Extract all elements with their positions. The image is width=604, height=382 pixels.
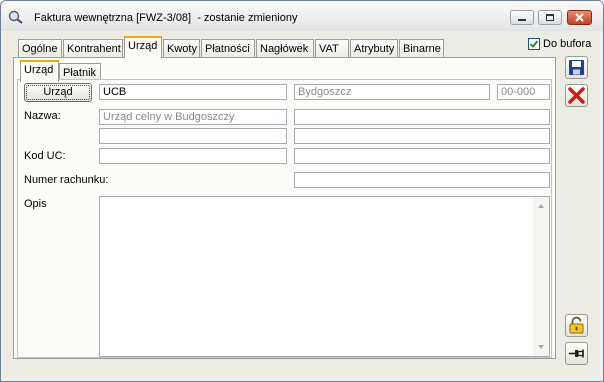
name-right2-field[interactable] xyxy=(294,128,550,144)
subtab-label: Urząd xyxy=(24,64,54,76)
tab-label: Urząd xyxy=(128,40,158,52)
tab-label: Nagłówek xyxy=(260,43,309,55)
numer-rachunku-field[interactable] xyxy=(294,172,550,188)
main-window: Faktura wewnętrzna [FWZ-3/08] - zostanie… xyxy=(0,0,604,382)
maximize-icon xyxy=(546,14,554,21)
tab-platnosci[interactable]: Płatności xyxy=(201,39,255,58)
tab-urzad[interactable]: Urząd xyxy=(124,36,162,58)
kod-uc-label: Kod UC: xyxy=(24,150,66,162)
kod-uc-right-field[interactable] xyxy=(294,148,550,164)
urzad-button-label: Urząd xyxy=(43,86,73,98)
tab-label: Binarne xyxy=(403,43,441,55)
tab-label: Płatności xyxy=(205,43,250,55)
postal-code-field[interactable]: 00-000 xyxy=(497,84,550,100)
name-line2-field[interactable] xyxy=(99,128,287,144)
minimize-button[interactable] xyxy=(510,10,534,25)
tab-label: Kwoty xyxy=(167,43,197,55)
cancel-icon xyxy=(568,87,585,104)
save-icon xyxy=(569,60,584,75)
tab-vat[interactable]: VAT xyxy=(315,39,349,58)
tab-kwoty[interactable]: Kwoty xyxy=(163,39,200,58)
tab-kontrahent[interactable]: Kontrahent xyxy=(63,39,123,58)
lock-button[interactable] xyxy=(565,314,588,337)
tab-label: VAT xyxy=(319,43,339,55)
kod-uc-field[interactable] xyxy=(99,148,287,164)
opis-textarea[interactable] xyxy=(99,196,550,357)
tab-atrybuty[interactable]: Atrybuty xyxy=(350,39,398,58)
code-field[interactable]: UCB xyxy=(99,84,287,100)
close-button[interactable] xyxy=(567,10,592,25)
app-icon xyxy=(8,10,23,24)
save-button[interactable] xyxy=(565,56,588,79)
maximize-button[interactable] xyxy=(538,10,562,25)
numer-rachunku-label: Numer rachunku: xyxy=(24,174,109,186)
subtab-label: Płatnik xyxy=(63,67,97,79)
tab-ogolne[interactable]: Ogólne xyxy=(18,39,62,58)
subtab-urzad[interactable]: Urząd xyxy=(20,60,59,82)
do-bufora-label: Do bufora xyxy=(543,38,592,50)
scroll-up-icon[interactable] xyxy=(538,204,544,208)
name-right1-field[interactable] xyxy=(294,109,550,125)
city-field[interactable]: Bydgoszcz xyxy=(294,84,490,100)
tab-label: Atrybuty xyxy=(354,43,395,55)
window-title: Faktura wewnętrzna [FWZ-3/08] - zostanie… xyxy=(34,12,298,24)
scroll-down-icon[interactable] xyxy=(538,345,544,349)
name-line1-field[interactable]: Urząd celny w Budgoszczy xyxy=(99,109,287,125)
padlock-icon xyxy=(569,316,584,334)
title-bar[interactable]: Faktura wewnętrzna [FWZ-3/08] - zostanie… xyxy=(1,1,603,31)
cancel-button[interactable] xyxy=(565,84,588,107)
tab-label: Kontrahent xyxy=(67,43,121,55)
pin-icon xyxy=(569,349,584,358)
opis-scrollbar[interactable] xyxy=(533,197,549,356)
tab-binarne[interactable]: Binarne xyxy=(399,39,444,58)
minimize-icon xyxy=(518,19,526,21)
tab-label: Ogólne xyxy=(22,43,58,55)
tab-naglowek[interactable]: Nagłówek xyxy=(256,39,314,58)
nazwa-label: Nazwa: xyxy=(24,110,61,122)
close-icon xyxy=(575,13,584,22)
pin-button[interactable] xyxy=(565,342,588,365)
do-bufora-checkbox[interactable] xyxy=(528,38,540,50)
urzad-button[interactable]: Urząd xyxy=(24,83,92,102)
checkmark-icon xyxy=(529,40,539,48)
opis-label: Opis xyxy=(24,198,47,210)
